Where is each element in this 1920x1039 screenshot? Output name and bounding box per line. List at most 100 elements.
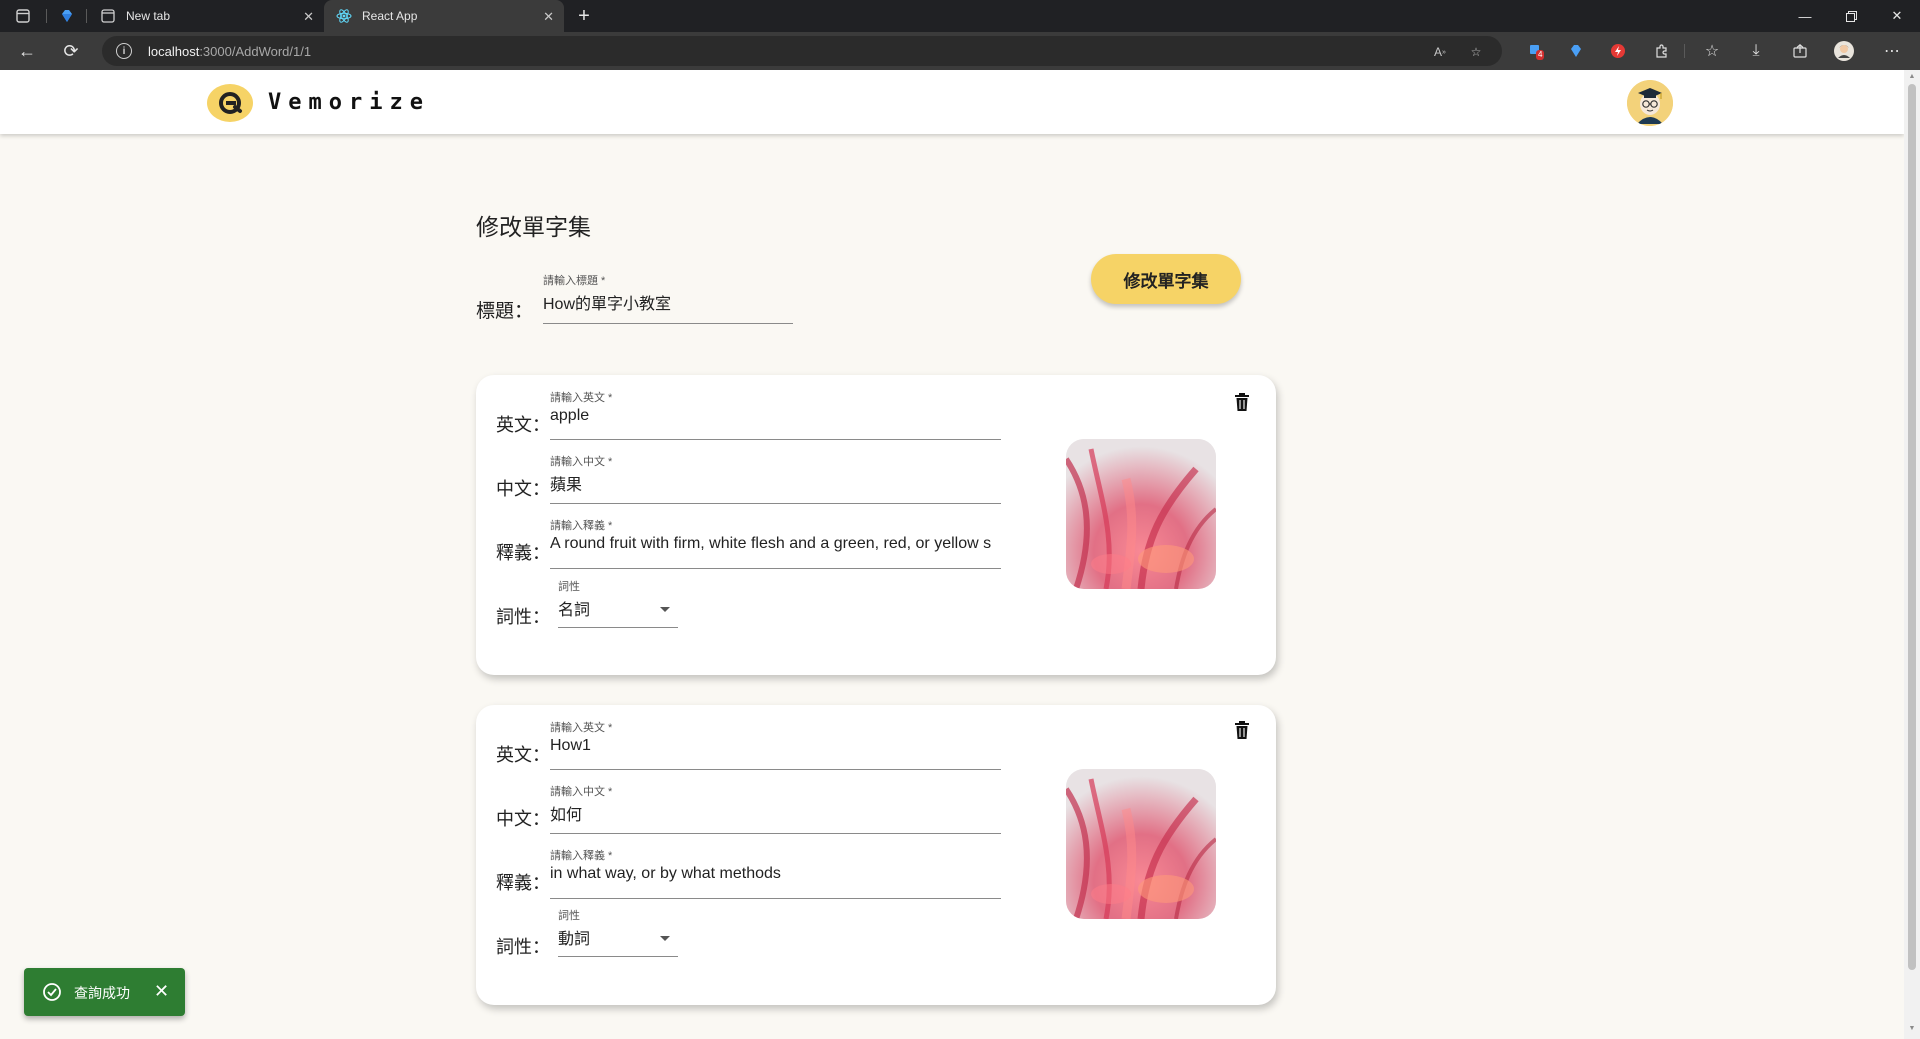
downloads-icon[interactable]: ⤓: [1744, 40, 1768, 62]
definition-input[interactable]: in what way, or by what methods: [550, 865, 1001, 883]
english-underline: [550, 769, 1001, 770]
pos-select-label: 詞性: [558, 581, 580, 593]
definition-field[interactable]: 請輸入釋義 * A round fruit with firm, white f…: [550, 517, 1001, 569]
page-scrollbar[interactable]: ▲ ▼: [1904, 70, 1920, 1039]
word-card: 英文： 請輸入英文 * How1 中文： 請輸入中文 * 如何 釋義： 請輸入釋…: [476, 705, 1276, 1005]
chinese-underline: [550, 503, 1001, 504]
tab-new-tab[interactable]: New tab ✕: [88, 0, 324, 32]
share-icon[interactable]: [1788, 40, 1812, 62]
back-icon[interactable]: ←: [12, 38, 42, 64]
extension-badge: 4: [1536, 50, 1545, 60]
definition-underline: [550, 568, 1001, 569]
definition-underline: [550, 898, 1001, 899]
pos-underline: [558, 956, 678, 957]
site-info-icon[interactable]: i: [116, 43, 132, 59]
brand-name[interactable]: Vemorize: [268, 90, 430, 115]
english-field-label: 請輸入英文 *: [550, 722, 613, 734]
word-card: 英文： 請輸入英文 * apple 中文： 請輸入中文 * 蘋果 釋義： 請輸入…: [476, 375, 1276, 675]
toast-message: 查詢成功: [74, 985, 130, 1001]
english-field[interactable]: 請輸入英文 * apple: [550, 389, 1001, 440]
tab-react-app[interactable]: React App ✕: [324, 0, 564, 32]
scroll-up-icon[interactable]: ▲: [1908, 73, 1916, 81]
pos-select[interactable]: 詞性 名詞: [558, 578, 678, 628]
scroll-down-icon[interactable]: ▼: [1908, 1025, 1916, 1033]
profile-icon[interactable]: [1832, 40, 1856, 62]
add-favorite-icon[interactable]: ☆: [1466, 44, 1486, 60]
new-tab-icon: [100, 8, 116, 24]
close-toast-icon[interactable]: ✕: [154, 981, 169, 1002]
success-toast: 查詢成功 ✕: [24, 968, 185, 1016]
definition-field-label: 請輸入釋義 *: [550, 520, 613, 532]
diamond-extension-icon[interactable]: [1564, 40, 1588, 62]
english-field-label: 請輸入英文 *: [550, 392, 613, 404]
bolt-extension-icon[interactable]: [1606, 40, 1630, 62]
pos-select[interactable]: 詞性 動詞: [558, 907, 678, 957]
browser-tabstrip: New tab ✕ React App ✕ + — ✕: [0, 0, 1920, 32]
tab-separator: [46, 9, 47, 23]
close-tab-icon[interactable]: ✕: [543, 9, 554, 25]
chinese-field[interactable]: 請輸入中文 * 蘋果: [550, 453, 1001, 504]
close-window-icon[interactable]: ✕: [1874, 0, 1920, 32]
update-set-button[interactable]: 修改單字集: [1091, 254, 1241, 304]
pos-underline: [558, 627, 678, 628]
pinned-tab-icon[interactable]: [48, 4, 86, 28]
chevron-down-icon: [660, 936, 670, 941]
extensions-puzzle-icon[interactable]: [1650, 40, 1674, 62]
app-header: Vemorize: [0, 70, 1904, 134]
chinese-input[interactable]: 如何: [550, 801, 1001, 825]
pos-label: 詞性：: [496, 607, 550, 627]
favorites-icon[interactable]: ☆: [1700, 40, 1724, 62]
chinese-field-label: 請輸入中文 *: [550, 786, 613, 798]
new-tab-button[interactable]: +: [571, 4, 597, 28]
chevron-down-icon: [660, 607, 670, 612]
english-underline: [550, 439, 1001, 440]
react-icon: [336, 8, 352, 24]
chinese-underline: [550, 833, 1001, 834]
definition-field-label: 請輸入釋義 *: [550, 850, 613, 862]
page-viewport: Vemorize 修改單字集 標題： 請輸入標題 * How的單字小教室 修改單…: [0, 70, 1904, 1039]
word-image[interactable]: [1066, 769, 1216, 919]
english-field[interactable]: 請輸入英文 * How1: [550, 719, 1001, 770]
address-bar[interactable]: i localhost:3000/AddWord/1/1 A» ☆: [102, 36, 1502, 66]
chinese-field-label: 請輸入中文 *: [550, 456, 613, 468]
pos-label: 詞性：: [496, 937, 550, 957]
chinese-field[interactable]: 請輸入中文 * 如何: [550, 783, 1001, 834]
set-title-label: 標題：: [476, 301, 534, 322]
tab-actions-icon[interactable]: [4, 4, 42, 28]
english-input[interactable]: How1: [550, 737, 1001, 755]
set-title-input[interactable]: How的單字小教室: [543, 290, 671, 314]
delete-word-icon[interactable]: [1233, 720, 1251, 740]
tab-title: React App: [362, 9, 418, 23]
tab-title: New tab: [126, 9, 171, 23]
user-avatar[interactable]: [1627, 80, 1673, 126]
chinese-label: 中文：: [496, 479, 550, 499]
definition-label: 釋義：: [496, 543, 550, 563]
english-input[interactable]: apple: [550, 407, 1001, 425]
set-title-underline: [543, 323, 793, 324]
browser-toolbar: ← ⟳ i localhost:3000/AddWord/1/1 A» ☆ 4 …: [0, 32, 1920, 70]
english-label: 英文：: [496, 415, 550, 435]
definition-field[interactable]: 請輸入釋義 * in what way, or by what methods: [550, 847, 1001, 899]
check-circle-icon: [43, 983, 61, 1001]
restore-icon[interactable]: [1828, 0, 1874, 32]
close-tab-icon[interactable]: ✕: [303, 9, 314, 25]
definition-input[interactable]: A round fruit with firm, white flesh and…: [550, 535, 1001, 553]
pos-select-label: 詞性: [558, 910, 580, 922]
definition-label: 釋義：: [496, 873, 550, 893]
scrollbar-thumb[interactable]: [1908, 84, 1916, 970]
set-title-field[interactable]: 請輸入標題 * How的單字小教室: [543, 272, 793, 324]
vemorize-logo-icon[interactable]: [206, 83, 254, 123]
more-menu-icon[interactable]: ⋯: [1880, 40, 1904, 62]
word-image[interactable]: [1066, 439, 1216, 589]
chinese-input[interactable]: 蘋果: [550, 471, 1001, 495]
read-aloud-icon[interactable]: A»: [1430, 44, 1450, 60]
set-title-field-label: 請輸入標題 *: [543, 275, 606, 287]
minimize-icon[interactable]: —: [1782, 0, 1828, 32]
delete-word-icon[interactable]: [1233, 392, 1251, 412]
reload-icon[interactable]: ⟳: [56, 38, 86, 64]
pos-value: 動詞: [558, 931, 591, 948]
tab-separator: [86, 9, 87, 23]
toolbar-separator: [1684, 44, 1685, 58]
page-title: 修改單字集: [476, 214, 591, 240]
extension-icon[interactable]: 4: [1524, 40, 1548, 62]
